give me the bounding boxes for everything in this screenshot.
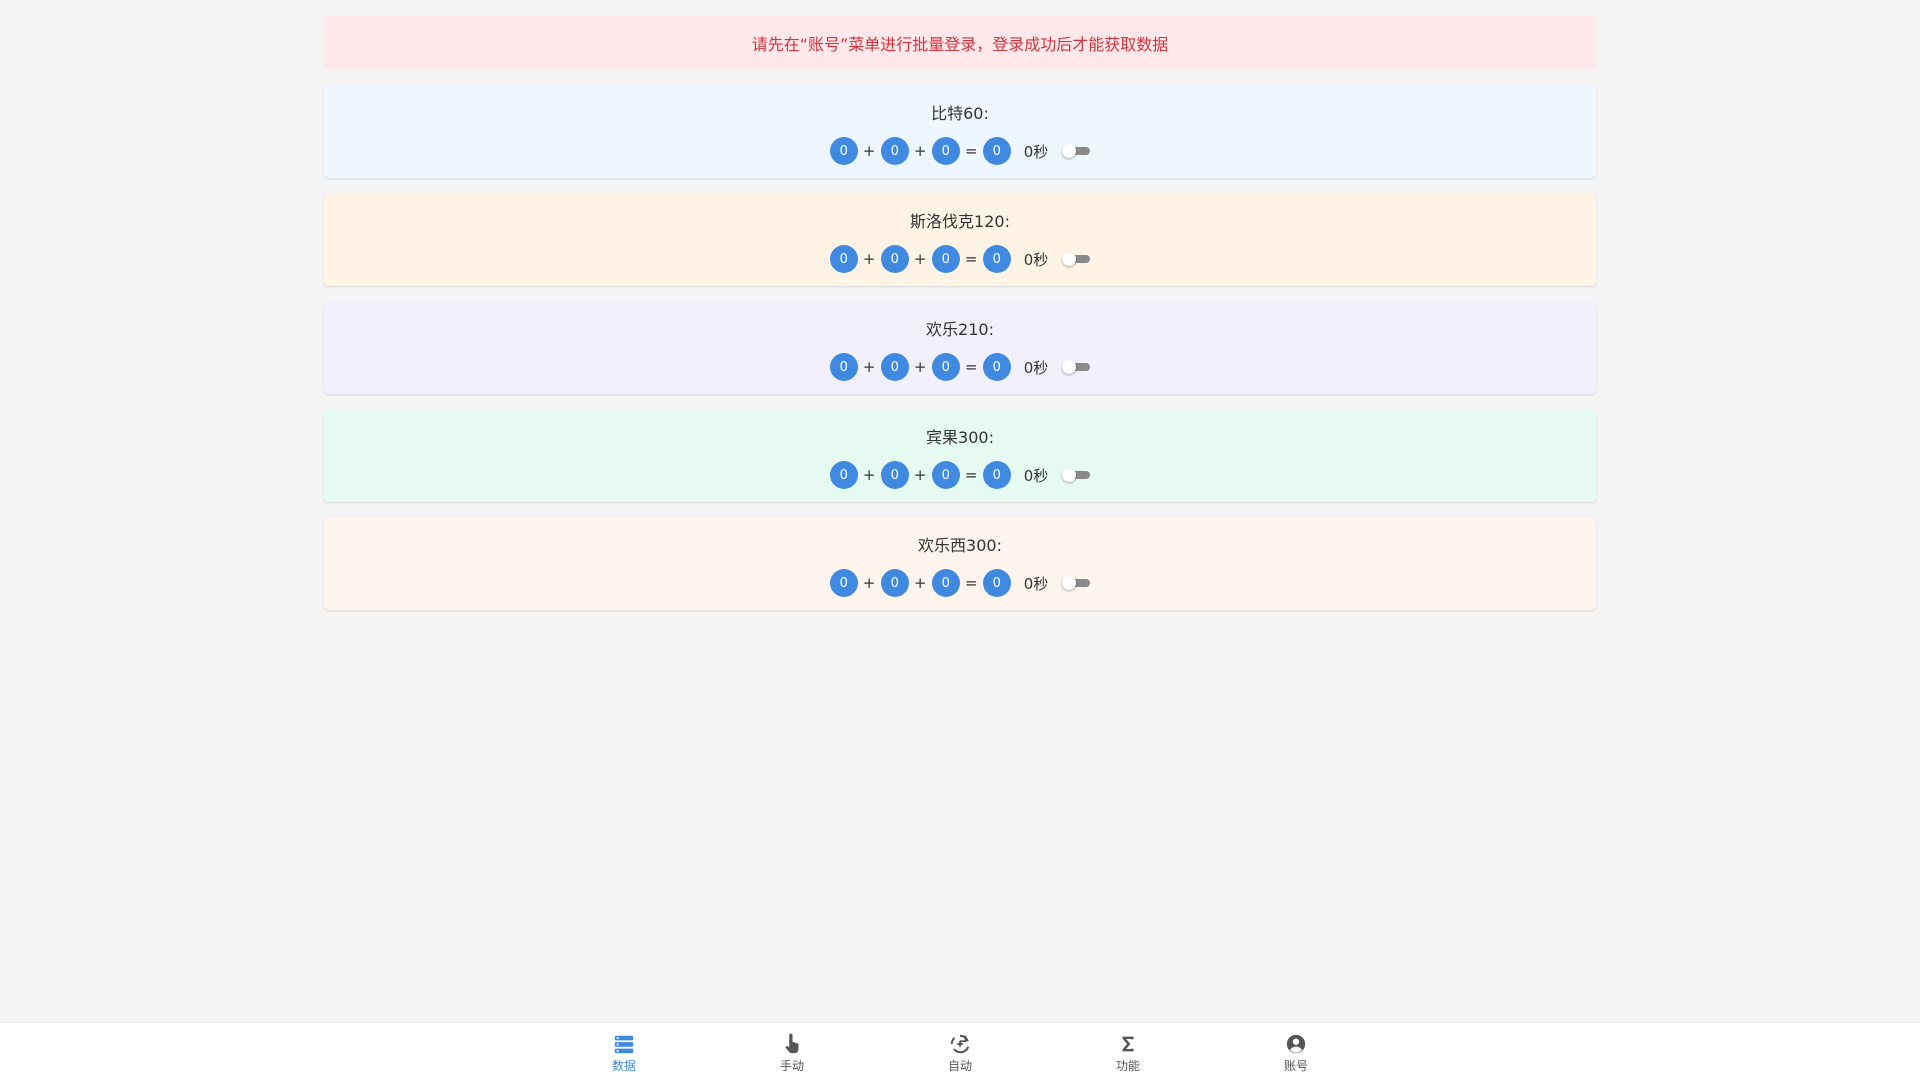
plus-sign: +	[862, 250, 876, 268]
auto-toggle[interactable]	[1062, 144, 1091, 158]
card-title: 欢乐西300:	[918, 536, 1002, 555]
nav-label: 功能	[1115, 1059, 1140, 1073]
game-card: 比特60: 0 + 0 + 0 = 0 0秒	[324, 86, 1596, 178]
storage-icon	[614, 1035, 634, 1054]
card-sum-row: 0 + 0 + 0 = 0 0秒	[829, 245, 1091, 273]
nav-label: 手动	[779, 1059, 804, 1073]
total-badge: 0	[982, 353, 1011, 381]
card-sum-row: 0 + 0 + 0 = 0 0秒	[829, 353, 1091, 381]
auto-toggle[interactable]	[1062, 468, 1091, 482]
value-badge: 0	[931, 245, 960, 273]
game-card: 欢乐210: 0 + 0 + 0 = 0 0秒	[324, 302, 1596, 394]
total-badge: 0	[982, 245, 1011, 273]
nav-item-functions[interactable]: 功能	[1044, 1023, 1212, 1081]
plus-sign: +	[913, 250, 927, 268]
auto-refresh-icon	[950, 1034, 970, 1054]
toggle-knob	[1062, 576, 1077, 590]
equals-sign: =	[964, 142, 978, 160]
value-badge: 0	[931, 137, 960, 165]
auto-toggle[interactable]	[1062, 576, 1091, 590]
toggle-knob	[1062, 468, 1077, 482]
plus-sign: +	[913, 142, 927, 160]
account-icon	[1286, 1034, 1306, 1054]
bottom-nav: 数据 手动 自动 功能 账号	[0, 1022, 1920, 1081]
plus-sign: +	[913, 574, 927, 592]
main-content: 请先在“账号”菜单进行批量登录，登录成功后才能获取数据 比特60: 0 + 0 …	[324, 16, 1596, 610]
equals-sign: =	[964, 574, 978, 592]
total-badge: 0	[982, 461, 1011, 489]
nav-label: 自动	[947, 1059, 972, 1073]
card-title: 比特60:	[931, 104, 989, 123]
plus-sign: +	[862, 142, 876, 160]
value-badge: 0	[829, 137, 858, 165]
card-title: 欢乐210:	[926, 320, 994, 339]
value-badge: 0	[829, 461, 858, 489]
nav-label: 账号	[1283, 1059, 1308, 1073]
nav-item-manual[interactable]: 手动	[708, 1023, 876, 1081]
card-title: 斯洛伐克120:	[910, 212, 1010, 231]
value-badge: 0	[880, 137, 909, 165]
nav-label: 数据	[611, 1059, 636, 1073]
seconds-label: 0秒	[1023, 250, 1049, 269]
value-badge: 0	[880, 245, 909, 273]
value-badge: 0	[931, 461, 960, 489]
sigma-icon	[1122, 1036, 1134, 1052]
tap-hand-icon	[785, 1033, 799, 1054]
plus-sign: +	[913, 466, 927, 484]
equals-sign: =	[964, 466, 978, 484]
seconds-label: 0秒	[1023, 358, 1049, 377]
login-alert-text: 请先在“账号”菜单进行批量登录，登录成功后才能获取数据	[751, 35, 1169, 54]
total-badge: 0	[982, 137, 1011, 165]
card-sum-row: 0 + 0 + 0 = 0 0秒	[829, 569, 1091, 597]
value-badge: 0	[931, 353, 960, 381]
plus-sign: +	[862, 466, 876, 484]
value-badge: 0	[829, 353, 858, 381]
nav-item-account[interactable]: 账号	[1212, 1023, 1380, 1081]
value-badge: 0	[880, 461, 909, 489]
nav-item-auto[interactable]: 自动	[876, 1023, 1044, 1081]
plus-sign: +	[862, 358, 876, 376]
card-title: 宾果300:	[926, 428, 994, 447]
login-alert: 请先在“账号”菜单进行批量登录，登录成功后才能获取数据	[324, 16, 1596, 70]
game-card: 欢乐西300: 0 + 0 + 0 = 0 0秒	[324, 518, 1596, 610]
total-badge: 0	[982, 569, 1011, 597]
card-sum-row: 0 + 0 + 0 = 0 0秒	[829, 137, 1091, 165]
value-badge: 0	[829, 245, 858, 273]
seconds-label: 0秒	[1023, 466, 1049, 485]
toggle-knob	[1062, 144, 1077, 158]
equals-sign: =	[964, 358, 978, 376]
equals-sign: =	[964, 250, 978, 268]
auto-toggle[interactable]	[1062, 252, 1091, 266]
value-badge: 0	[880, 353, 909, 381]
game-card: 斯洛伐克120: 0 + 0 + 0 = 0 0秒	[324, 194, 1596, 286]
game-card: 宾果300: 0 + 0 + 0 = 0 0秒	[324, 410, 1596, 502]
nav-item-data[interactable]: 数据	[540, 1023, 708, 1081]
seconds-label: 0秒	[1023, 574, 1049, 593]
value-badge: 0	[880, 569, 909, 597]
card-sum-row: 0 + 0 + 0 = 0 0秒	[829, 461, 1091, 489]
value-badge: 0	[829, 569, 858, 597]
seconds-label: 0秒	[1023, 142, 1049, 161]
auto-toggle[interactable]	[1062, 360, 1091, 374]
toggle-knob	[1062, 360, 1077, 374]
plus-sign: +	[862, 574, 876, 592]
plus-sign: +	[913, 358, 927, 376]
toggle-knob	[1062, 252, 1077, 266]
value-badge: 0	[931, 569, 960, 597]
